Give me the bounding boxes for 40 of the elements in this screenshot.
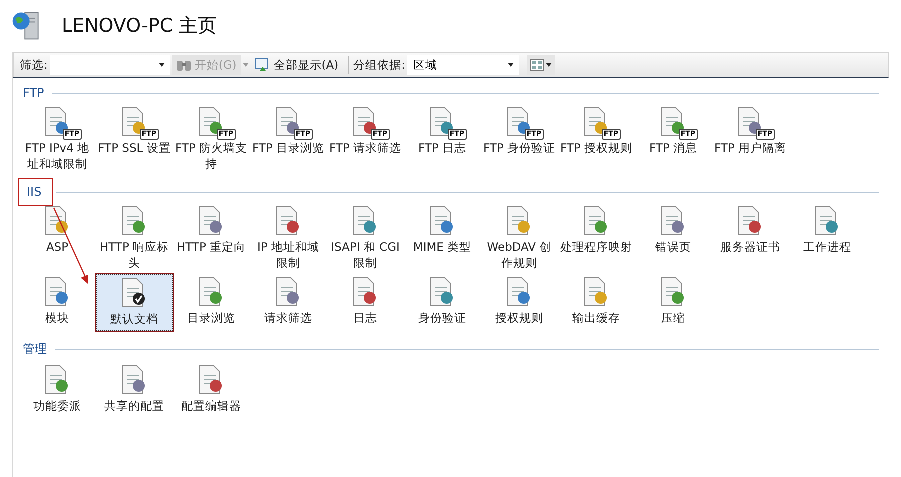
feature-item[interactable]: 压缩 [635, 274, 712, 331]
feature-item[interactable]: HTTP 响应标头 [96, 203, 173, 274]
feature-item[interactable]: 目录浏览 [173, 274, 250, 331]
feature-item[interactable]: 输出缓存 [558, 274, 635, 331]
feature-item[interactable]: ISAPI 和 CGI 限制 [327, 203, 404, 274]
feature-item[interactable]: 日志 [327, 274, 404, 331]
feature-item[interactable]: 默认文档 [96, 274, 173, 331]
feature-item[interactable]: 身份验证 [404, 274, 481, 331]
section-header: FTP [22, 85, 46, 102]
feature-item[interactable]: 模块 [19, 274, 96, 331]
feature-item[interactable]: WebDAV 创作规则 [481, 203, 558, 274]
feature-item[interactable]: 处理程序映射 [558, 203, 635, 274]
group-by-value: 区域 [413, 58, 438, 72]
feature-item[interactable]: 共享的配置 [96, 362, 173, 417]
caret-icon[interactable] [242, 63, 249, 67]
section-header: IIS [19, 179, 52, 205]
feature-item[interactable]: 错误页 [635, 203, 712, 274]
show-all-button[interactable]: 全部显示(A) [250, 55, 343, 75]
grid-view-icon [530, 59, 544, 71]
feature-item[interactable]: 服务器证书 [712, 203, 789, 274]
filter-field[interactable] [50, 55, 170, 75]
feature-item[interactable]: ASP [19, 203, 96, 274]
filter-label: 筛选: [20, 58, 48, 72]
caret-icon [508, 63, 514, 67]
view-button[interactable] [527, 55, 556, 75]
feature-item[interactable]: HTTP 重定向 [173, 203, 250, 274]
caret-icon [546, 63, 552, 67]
group-by-label: 分组依据: [354, 58, 406, 72]
feature-item[interactable]: IP 地址和域限制 [250, 203, 327, 274]
feature-item[interactable]: 工作进程 [789, 203, 866, 274]
section-header: 管理 [22, 341, 48, 358]
group-by-select[interactable]: 区域 [407, 55, 520, 75]
monitor-icon [254, 57, 271, 73]
feature-item[interactable]: 请求筛选 [250, 274, 327, 331]
caret-icon [158, 63, 165, 67]
feature-item[interactable]: MIME 类型 [404, 203, 481, 274]
feature-item[interactable]: 功能委派 [19, 362, 96, 417]
feature-item[interactable]: 配置编辑器 [173, 362, 250, 417]
window-title: LENOVO-PC 主页 [62, 14, 218, 39]
feature-item[interactable]: 授权规则 [481, 274, 558, 331]
